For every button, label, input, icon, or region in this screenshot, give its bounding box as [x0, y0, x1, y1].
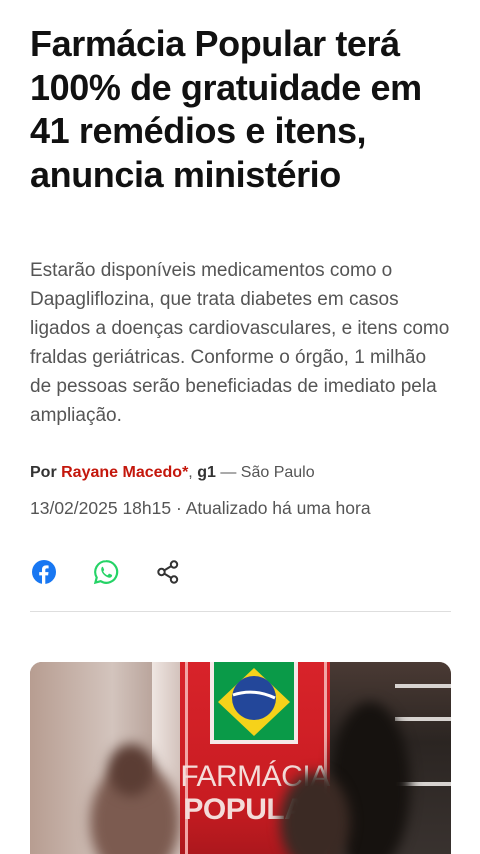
byline: Por Rayane Macedo*, g1 — São Paulo — [30, 464, 315, 482]
photo-shelf — [395, 684, 451, 688]
share-more-button[interactable] — [154, 558, 182, 586]
brazil-flag-logo — [210, 662, 298, 744]
share-facebook-button[interactable] — [30, 558, 58, 586]
dateline: 13/02/2025 18h15 · Atualizado há uma hor… — [30, 498, 371, 519]
author-link[interactable]: Rayane Macedo* — [61, 464, 188, 481]
share-whatsapp-button[interactable] — [92, 558, 120, 586]
share-icon — [157, 560, 179, 584]
published-date: 13/02/2025 18h15 — [30, 498, 172, 518]
article-photo[interactable]: FARMÁCIA POPULAR — [30, 662, 451, 854]
photo-shelf — [395, 717, 451, 721]
article-headline: Farmácia Popular terá 100% de gratuidade… — [30, 23, 422, 195]
updated-time: · Atualizado há uma hora — [176, 498, 371, 518]
byline-location: — São Paulo — [220, 464, 315, 481]
flag-emblem-icon — [218, 668, 290, 736]
byline-separator: , — [188, 464, 193, 481]
article-page: Farmácia Popular terá 100% de gratuidade… — [0, 0, 480, 854]
divider — [30, 611, 451, 612]
facebook-icon — [32, 560, 56, 584]
whatsapp-icon — [93, 560, 119, 585]
outlet-name: g1 — [197, 464, 216, 481]
blurred-person-head — [108, 744, 154, 796]
article-subtitle: Estarão disponíveis medicamentos como o … — [30, 260, 450, 426]
byline-prefix: Por — [30, 464, 57, 481]
